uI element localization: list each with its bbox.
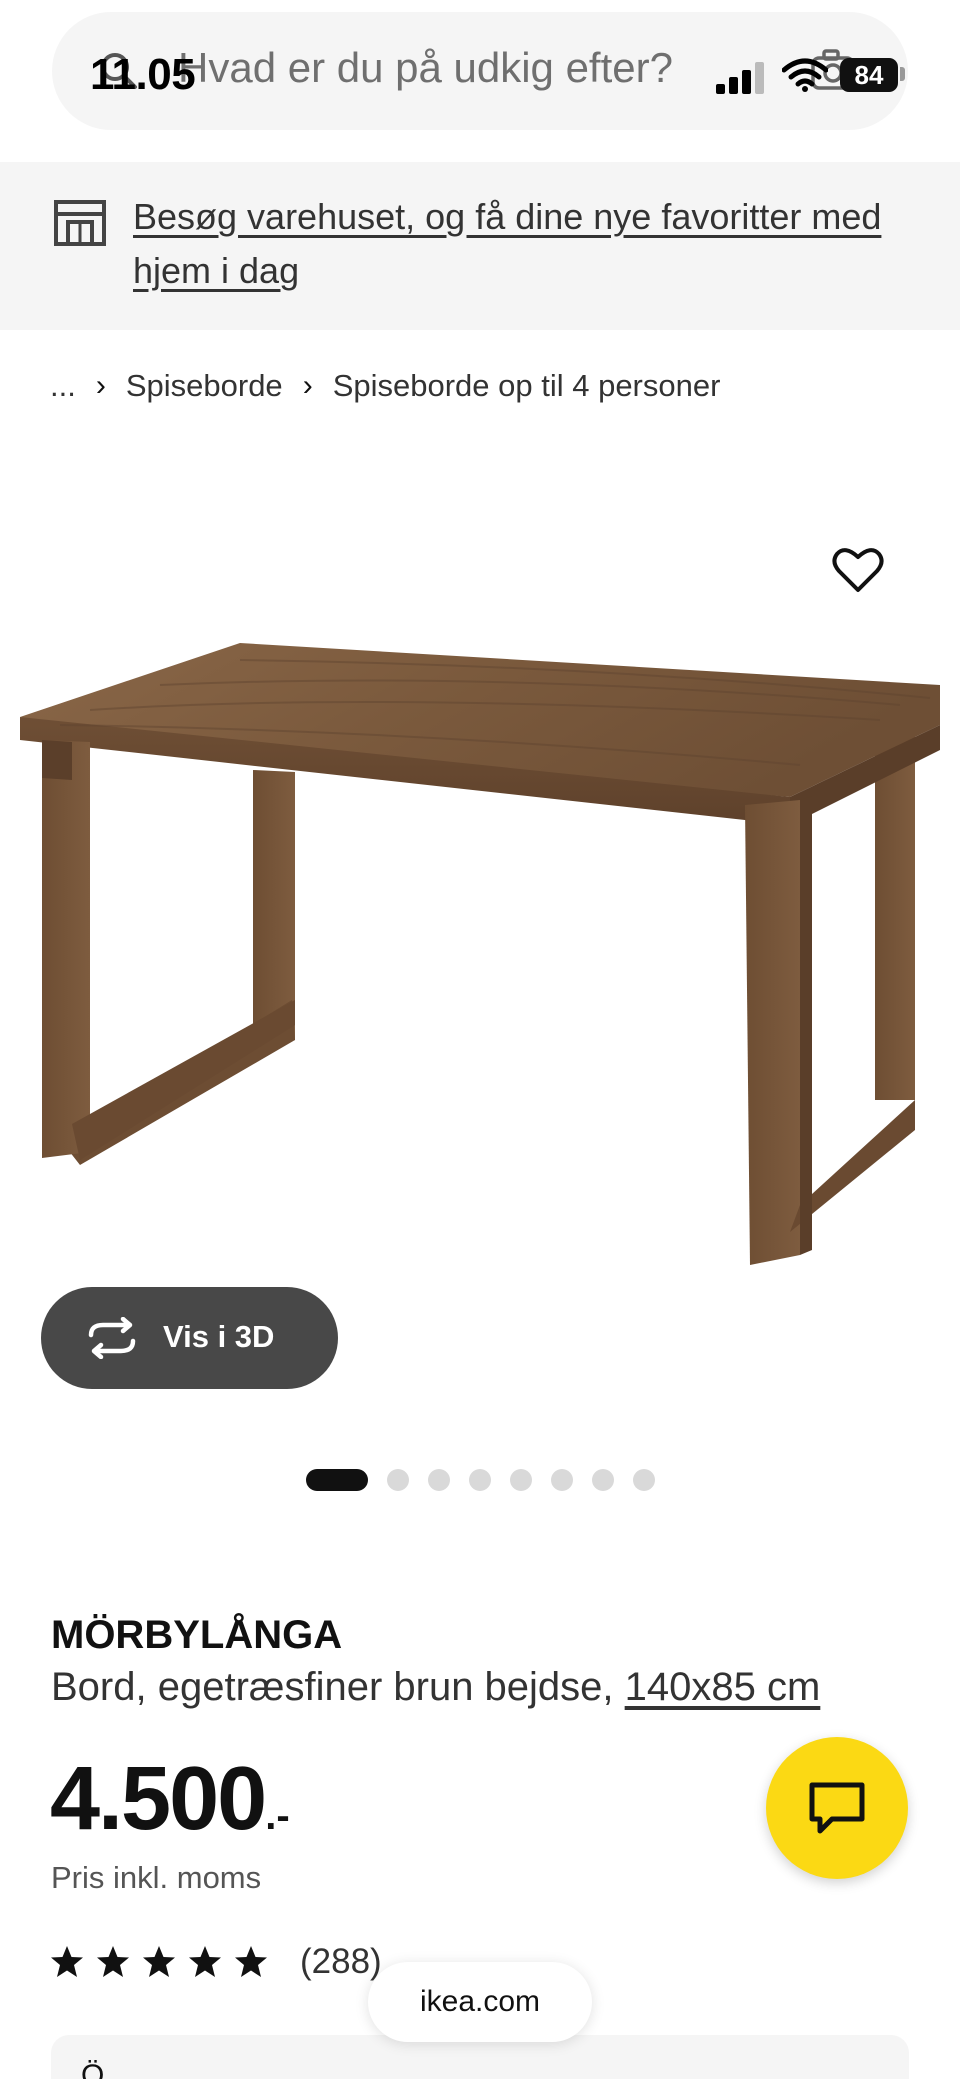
breadcrumb: ... › Spiseborde › Spiseborde op til 4 p…	[50, 364, 720, 408]
breadcrumb-item-dining-tables-4[interactable]: Spiseborde op til 4 personer	[333, 368, 721, 404]
view-in-3d-button[interactable]: Vis i 3D	[41, 1287, 338, 1389]
chat-button[interactable]	[766, 1737, 908, 1879]
chevron-right-icon: ›	[302, 369, 313, 402]
search-input[interactable]: Hvad er du på udkig efter?	[178, 44, 673, 92]
battery-indicator: 84	[840, 58, 898, 92]
bottom-card-label: Ö	[81, 2059, 105, 2079]
star-icon	[235, 1946, 267, 1977]
price-note: Pris inkl. moms	[51, 1860, 262, 1895]
star-icon	[97, 1946, 129, 1977]
chevron-right-icon: ›	[95, 369, 106, 402]
carousel-dot[interactable]	[469, 1469, 491, 1491]
status-time: 11.05	[90, 50, 196, 99]
carousel-dot[interactable]	[592, 1469, 614, 1491]
carousel-dot[interactable]	[510, 1469, 532, 1491]
store-banner[interactable]: Besøg varehuset, og få dine nye favoritt…	[0, 162, 960, 330]
store-icon	[54, 200, 106, 246]
carousel-dot[interactable]	[551, 1469, 573, 1491]
heart-icon[interactable]	[831, 545, 885, 595]
carousel-dot[interactable]	[633, 1469, 655, 1491]
carousel-indicator	[306, 1469, 674, 1491]
battery-tip	[900, 67, 905, 81]
star-icon	[143, 1946, 175, 1977]
rotate-3d-icon	[88, 1317, 136, 1359]
breadcrumb-item-dining-tables[interactable]: Spiseborde	[126, 368, 283, 404]
star-icon	[189, 1946, 221, 1977]
review-count[interactable]: (288)	[300, 1942, 382, 1982]
breadcrumb-ellipsis[interactable]: ...	[50, 368, 76, 404]
chat-icon	[809, 1782, 865, 1834]
product-image[interactable]	[0, 520, 960, 1290]
browser-url-bar[interactable]: ikea.com	[368, 1962, 592, 2042]
price-suffix: .-	[265, 1794, 290, 1838]
product-rating[interactable]: (288)	[50, 1942, 382, 1982]
wifi-icon	[782, 58, 828, 92]
product-size-link[interactable]: 140x85 cm	[625, 1665, 821, 1709]
star-icon	[51, 1946, 83, 1977]
price-amount: 4.500	[50, 1749, 267, 1849]
product-name: MÖRBYLÅNGA	[51, 1613, 343, 1657]
store-banner-link[interactable]: Besøg varehuset, og få dine nye favoritt…	[133, 190, 893, 298]
carousel-dot[interactable]	[306, 1469, 368, 1491]
cellular-signal-icon	[716, 62, 764, 94]
product-description-text: Bord, egetræsfiner brun bejdse,	[51, 1665, 625, 1709]
carousel-dot[interactable]	[428, 1469, 450, 1491]
product-price: 4.500.-	[50, 1748, 290, 1851]
product-description: Bord, egetræsfiner brun bejdse, 140x85 c…	[51, 1665, 820, 1710]
view-in-3d-label: Vis i 3D	[163, 1319, 275, 1354]
carousel-dot[interactable]	[387, 1469, 409, 1491]
